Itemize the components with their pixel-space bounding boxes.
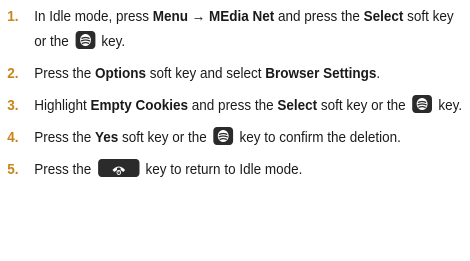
select-key-icon (75, 31, 95, 49)
step-text: Press the key to return to Idle mode. (34, 159, 303, 178)
select-key-icon (412, 95, 432, 113)
step-text: Highlight Empty Cookies and press the Se… (34, 95, 463, 114)
step-text: In Idle mode, press Menu → MEdia Net and… (34, 8, 454, 50)
step-number: 4. (7, 129, 19, 146)
step-4: 4. Press the Yes soft key or the key to … (0, 125, 464, 150)
step-2: 2. Press the Options soft key and select… (0, 61, 464, 86)
empty-cookies-label: Empty Cookies (90, 97, 189, 114)
step-text: Press the Yes soft key or the key to con… (34, 127, 401, 146)
step-1: 1. In Idle mode, press Menu → MEdia Net … (0, 4, 464, 54)
instruction-steps: 1. In Idle mode, press Menu → MEdia Net … (0, 4, 466, 189)
options-label: Options (94, 65, 146, 82)
step-number: 3. (7, 97, 19, 114)
menu-path: Menu → MEdia Net (152, 8, 275, 25)
yes-label: Yes (94, 129, 119, 146)
step-number: 5. (7, 161, 19, 178)
select-label: Select (363, 8, 404, 25)
end-key-icon (97, 159, 140, 177)
step-number: 1. (7, 8, 19, 25)
select-label: Select (277, 97, 318, 114)
step-text: Press the Options soft key and select Br… (34, 65, 381, 82)
select-key-icon (213, 127, 234, 145)
browser-settings-label: Browser Settings (265, 65, 377, 82)
step-5: 5. Press the key to return to Idle mode. (0, 157, 464, 182)
step-3: 3. Highlight Empty Cookies and press the… (0, 93, 464, 118)
step-number: 2. (7, 65, 19, 82)
